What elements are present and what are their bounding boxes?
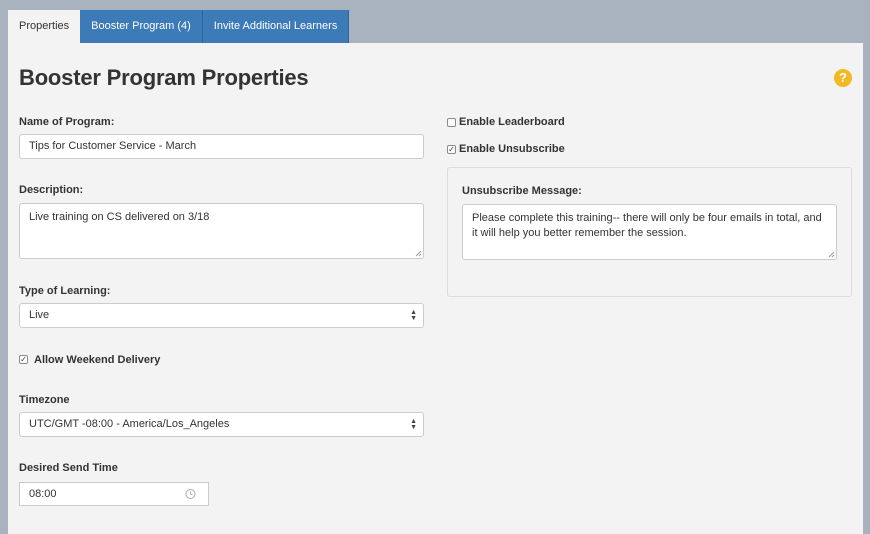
leaderboard-checkbox[interactable] [447, 118, 456, 127]
weekend-delivery-checkbox[interactable]: ✓ [19, 355, 28, 364]
timezone-label: Timezone [19, 394, 70, 406]
help-icon[interactable]: ? [834, 69, 852, 87]
properties-panel: Properties Booster Program (4) Invite Ad… [8, 10, 863, 534]
select-arrows-icon: ▲ ▼ [410, 417, 417, 431]
unsubscribe-message-text: Please complete this training-- there wi… [472, 212, 822, 239]
timezone-value: UTC/GMT -08:00 - America/Los_Angeles [29, 418, 230, 430]
page-title: Booster Program Properties [19, 65, 309, 90]
unsubscribe-message-textarea[interactable]: Please complete this training-- there wi… [462, 204, 837, 260]
leaderboard-label: Enable Leaderboard [459, 116, 565, 128]
tab-properties[interactable]: Properties [8, 10, 81, 43]
learning-type-value: Live [29, 309, 50, 321]
description-textarea[interactable]: Live training on CS delivered on 3/18 [19, 203, 424, 259]
resize-grip-icon[interactable] [414, 249, 422, 257]
tab-booster-program[interactable]: Booster Program (4) [80, 10, 203, 43]
description-text: Live training on CS delivered on 3/18 [29, 211, 210, 223]
timezone-select[interactable]: UTC/GMT -08:00 - America/Los_Angeles ▲ ▼ [19, 412, 424, 437]
tab-bar: Properties Booster Program (4) Invite Ad… [8, 10, 863, 43]
description-label: Description: [19, 184, 84, 196]
learning-type-select[interactable]: Live ▲ ▼ [19, 303, 424, 328]
send-time-value: 08:00 [29, 488, 57, 500]
send-time-input[interactable]: 08:00 [19, 482, 209, 506]
resize-grip-icon[interactable] [827, 250, 835, 258]
program-name-input[interactable]: Tips for Customer Service - March [19, 134, 424, 159]
select-arrows-icon: ▲ ▼ [410, 308, 417, 322]
program-name-label: Name of Program: [19, 116, 115, 128]
send-time-label: Desired Send Time [19, 462, 118, 474]
unsubscribe-checkbox[interactable]: ✓ [447, 145, 456, 154]
unsubscribe-label: Enable Unsubscribe [459, 143, 565, 155]
weekend-delivery-label: Allow Weekend Delivery [34, 354, 161, 366]
clock-icon[interactable] [185, 489, 196, 500]
tab-invite-learners[interactable]: Invite Additional Learners [202, 10, 350, 43]
learning-type-label: Type of Learning: [19, 285, 111, 297]
unsubscribe-message-label: Unsubscribe Message: [462, 185, 582, 197]
unsubscribe-message-section: Unsubscribe Message: Please complete thi… [447, 167, 852, 297]
